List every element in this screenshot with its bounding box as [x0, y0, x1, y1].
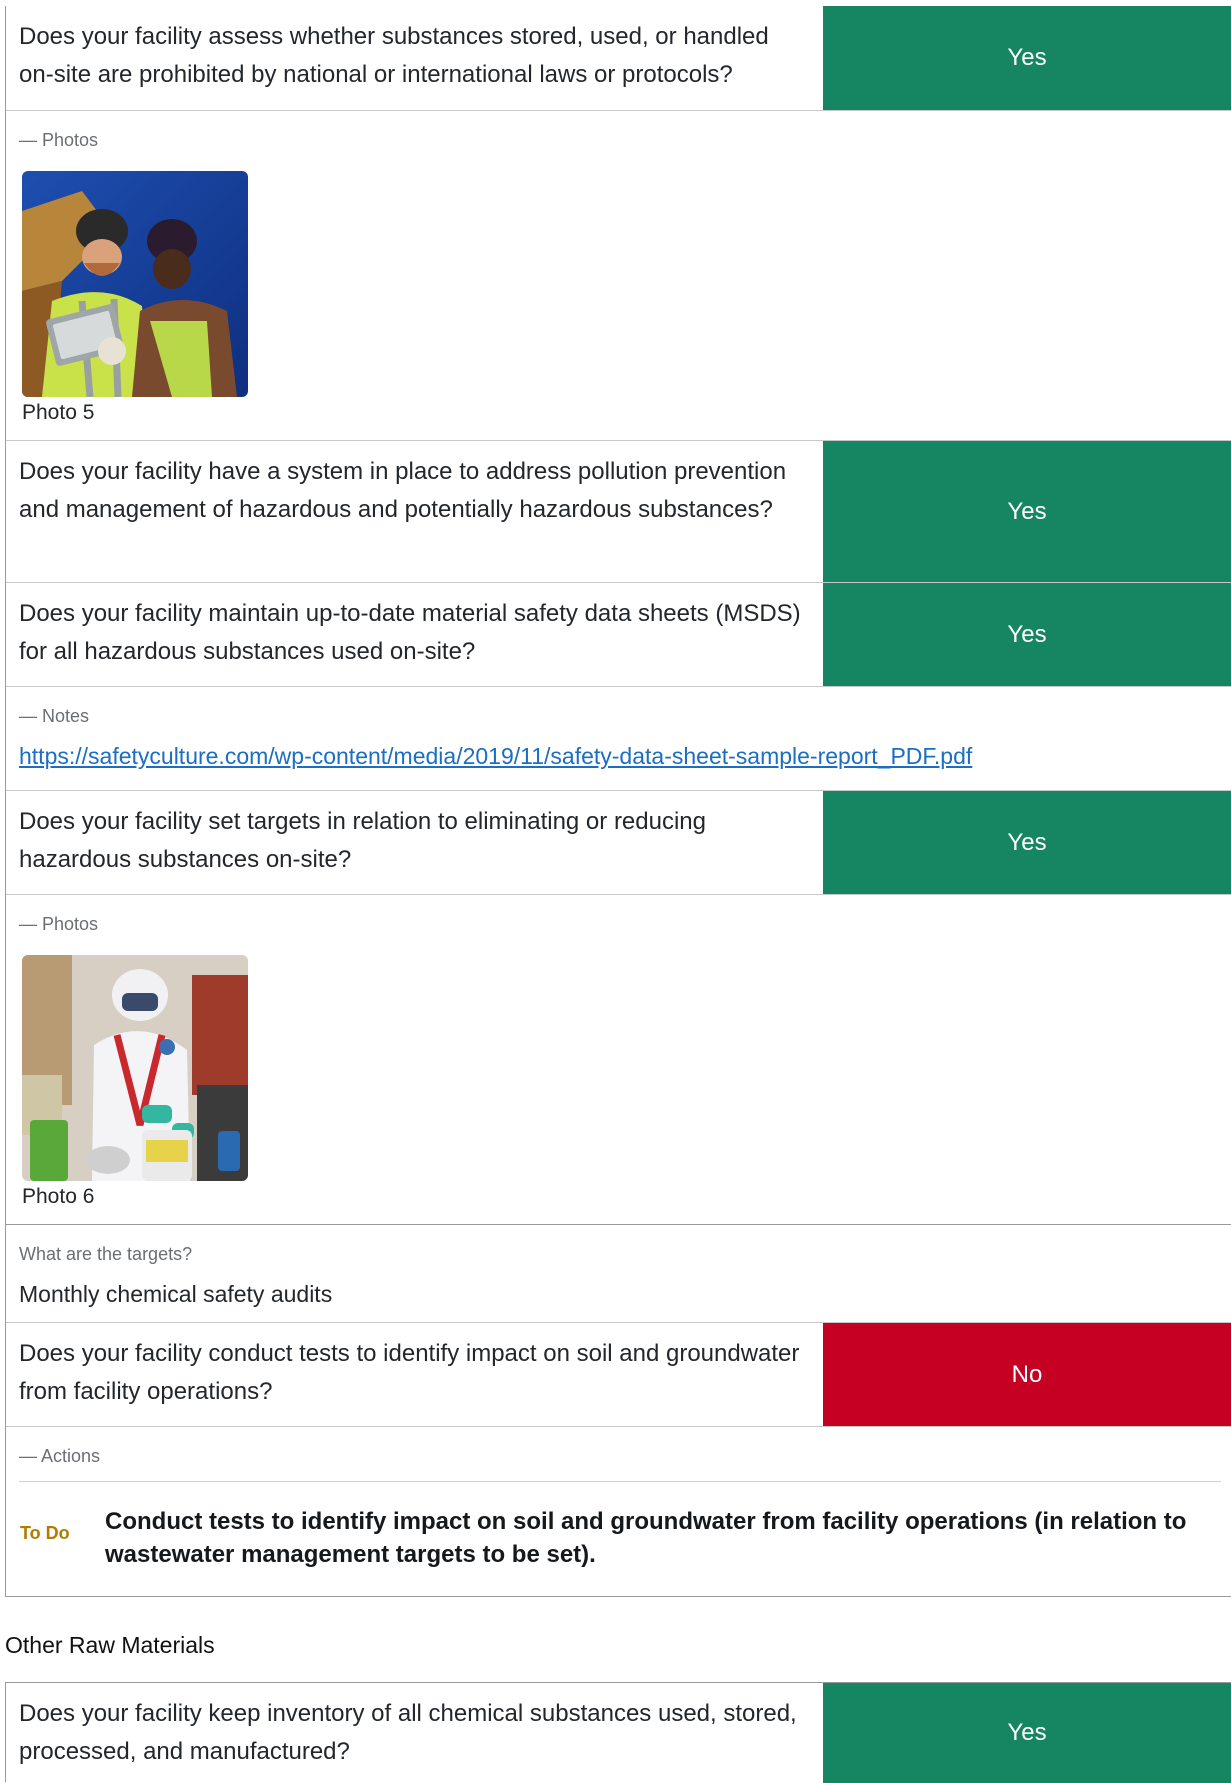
action-status-badge: To Do — [20, 1523, 70, 1543]
question-text: Does your facility conduct tests to iden… — [19, 1340, 800, 1405]
notes-label: — Notes — [19, 706, 90, 726]
actions-label: — Actions — [19, 1446, 101, 1466]
question-row: Does your facility maintain up-to-date m… — [6, 582, 1231, 686]
notes-section: — Notes https://safetyculture.com/wp-con… — [6, 686, 1231, 790]
question-text: Does your facility set targets in relati… — [19, 808, 706, 873]
targets-label: What are the targets? — [19, 1244, 193, 1264]
targets-value: Monthly chemical safety audits — [19, 1281, 333, 1307]
photos-label: — Photos — [19, 130, 99, 150]
answer-no[interactable]: No — [823, 1323, 1231, 1426]
question-row: Does your facility have a system in plac… — [6, 440, 1231, 582]
question-text: Does your facility maintain up-to-date m… — [19, 600, 801, 665]
answer-yes[interactable]: Yes — [823, 1683, 1231, 1783]
answer-yes[interactable]: Yes — [823, 6, 1231, 110]
photos-section: — Photos Photo 6 — [6, 894, 1231, 1224]
notes-link[interactable]: https://safetyculture.com/wp-content/med… — [19, 743, 972, 770]
question-block-3: Does your facility set targets in relati… — [5, 790, 1231, 1322]
answer-yes[interactable]: Yes — [823, 791, 1231, 894]
question-text: Does your facility have a system in plac… — [19, 458, 787, 523]
photo-thumbnail[interactable] — [22, 171, 248, 397]
question-row: Does your facility conduct tests to iden… — [6, 1322, 1231, 1426]
section-title: Other Raw Materials — [5, 1632, 215, 1658]
question-row: Does your facility keep inventory of all… — [6, 1683, 1231, 1783]
targets-section: What are the targets? Monthly chemical s… — [6, 1224, 1231, 1322]
photo-image-hazmat — [22, 955, 248, 1181]
photo-caption: Photo 5 — [22, 401, 95, 424]
photo-image-workers — [22, 171, 248, 397]
answer-yes[interactable]: Yes — [823, 441, 1231, 582]
actions-section: — Actions To Do Conduct tests to identif… — [6, 1426, 1231, 1596]
photos-label: — Photos — [19, 914, 99, 934]
question-block-4: Does your facility conduct tests to iden… — [5, 1322, 1231, 1597]
question-row: Does your facility assess whether substa… — [6, 6, 1231, 110]
question-text: Does your facility assess whether substa… — [19, 23, 769, 88]
photo-caption: Photo 6 — [22, 1185, 95, 1208]
question-row: Does your facility set targets in relati… — [6, 790, 1231, 894]
action-item-text[interactable]: Conduct tests to identify impact on soil… — [105, 1505, 1211, 1571]
question-block-5: Does your facility keep inventory of all… — [5, 1682, 1231, 1783]
question-block-2: Does your facility have a system in plac… — [5, 440, 1231, 790]
answer-yes[interactable]: Yes — [823, 583, 1231, 686]
question-text: Does your facility keep inventory of all… — [19, 1700, 797, 1765]
photo-thumbnail[interactable] — [22, 955, 248, 1181]
actions-divider — [19, 1481, 1221, 1482]
photos-section: — Photos Photo 5 — [6, 110, 1231, 440]
question-block-1: Does your facility assess whether substa… — [5, 6, 1231, 440]
